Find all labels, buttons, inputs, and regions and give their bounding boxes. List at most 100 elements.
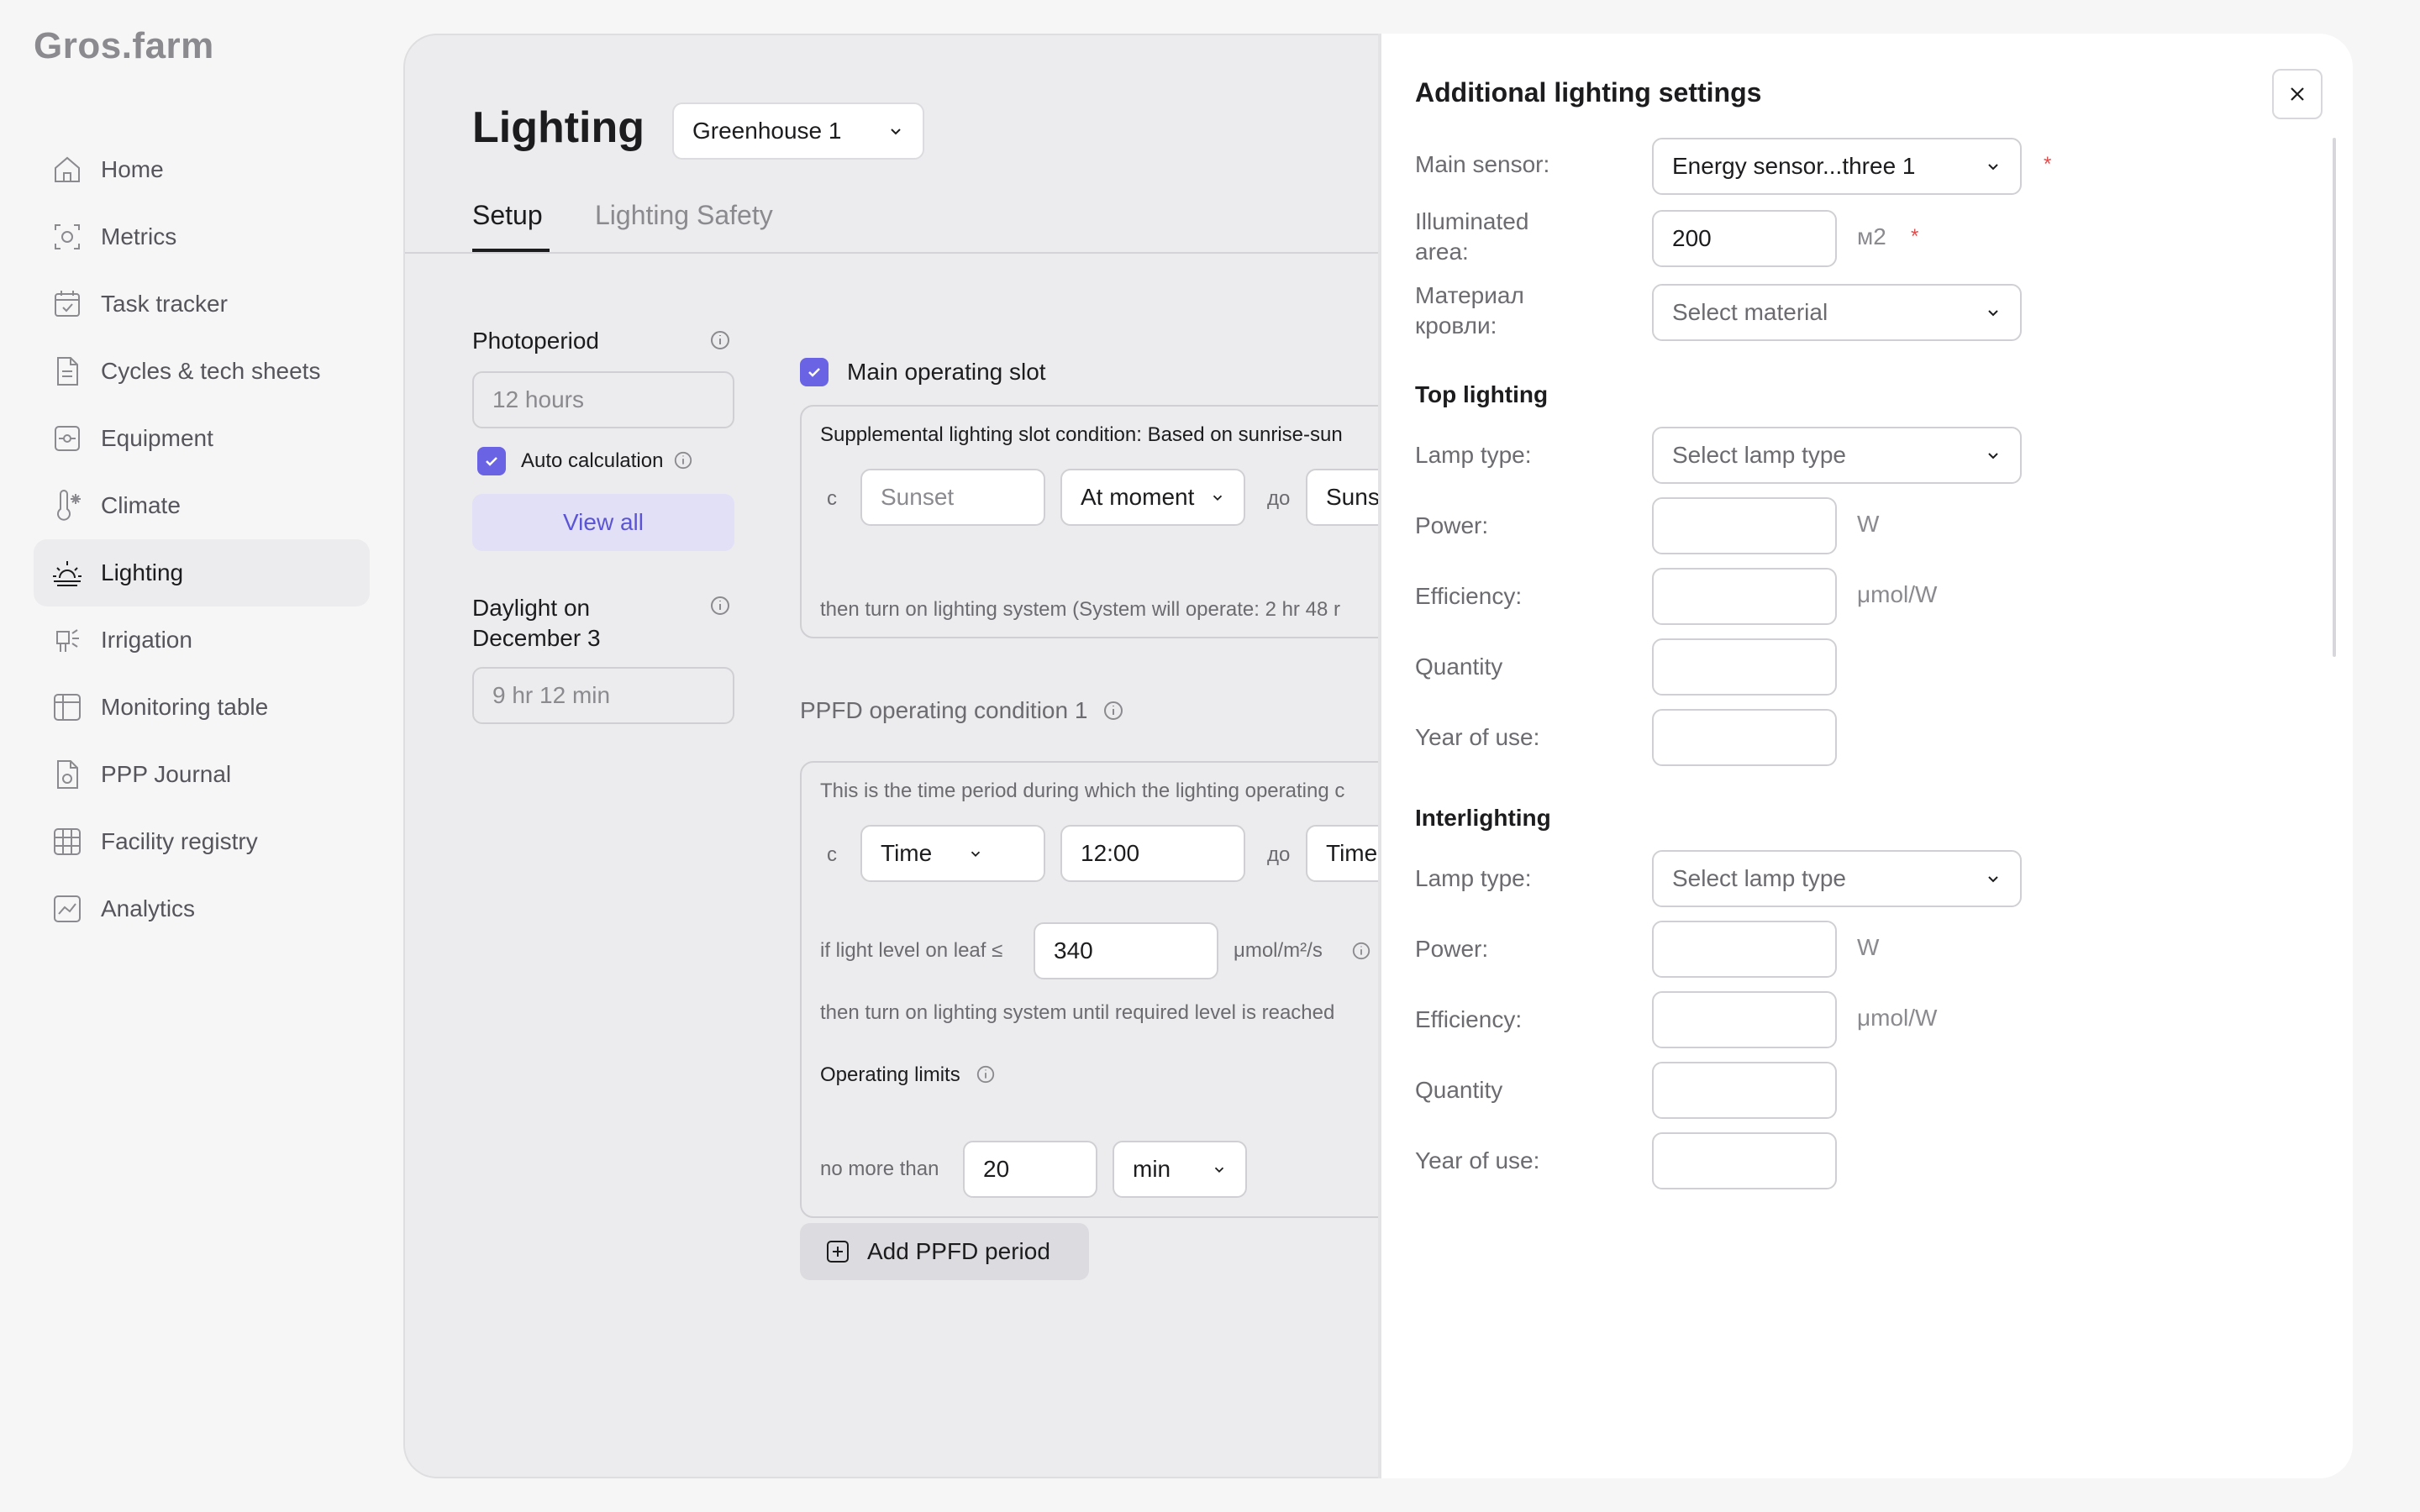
inter-power-label: Power:: [1415, 936, 1489, 962]
chevron-down-icon: [1985, 158, 2002, 175]
ppfd-description: This is the time period during which the…: [820, 780, 1345, 802]
chevron-down-icon: [1985, 447, 2002, 464]
required-mark: *: [2044, 153, 2052, 176]
sidebar-item-label: Facility registry: [101, 828, 258, 854]
sidebar-item-label: Irrigation: [101, 627, 192, 653]
app-logo: Gros.farm: [34, 25, 214, 66]
panel-scrollbar[interactable]: [2333, 138, 2336, 657]
sidebar-item-label: PPP Journal: [101, 761, 232, 787]
daylight-field: 9 hr 12 min: [472, 667, 734, 724]
sidebar-item-climate[interactable]: Climate: [34, 472, 370, 539]
sidebar-item-label: Climate: [101, 492, 181, 518]
ppfd-title-row: PPFD operating condition 1: [800, 697, 1124, 724]
limit-unit-select[interactable]: min: [1113, 1141, 1247, 1198]
sidebar-item-facility-registry[interactable]: Facility registry: [34, 808, 370, 875]
from-prefix: с: [827, 487, 837, 510]
inter-power-input[interactable]: [1652, 921, 1837, 978]
inter-lamp-type-label: Lamp type:: [1415, 865, 1532, 891]
sidebar-item-irrigation[interactable]: Irrigation: [34, 606, 370, 674]
top-quantity-label: Quantity: [1415, 654, 1503, 680]
sidebar-item-equipment[interactable]: Equipment: [34, 405, 370, 472]
limit-unit-value: min: [1133, 1156, 1171, 1182]
ppfd-from-time-field[interactable]: 12:00: [1060, 825, 1245, 882]
info-icon[interactable]: [976, 1064, 997, 1086]
plus-square-icon: [825, 1239, 850, 1264]
top-power-unit: W: [1857, 511, 1880, 537]
add-ppfd-period-button[interactable]: Add PPFD period: [800, 1223, 1089, 1280]
top-year-input[interactable]: [1652, 709, 1837, 766]
top-lamp-type-label: Lamp type:: [1415, 442, 1532, 468]
irrigation-icon: [50, 623, 84, 657]
light-level-input[interactable]: 340: [1034, 922, 1218, 979]
sidebar-item-monitoring-table[interactable]: Monitoring table: [34, 674, 370, 741]
info-icon[interactable]: [709, 329, 731, 351]
moment-select[interactable]: At moment: [1060, 469, 1245, 526]
top-quantity-input[interactable]: [1652, 638, 1837, 696]
sidebar-item-task-tracker[interactable]: Task tracker: [34, 270, 370, 338]
main-slot-condition-title: Supplemental lighting slot condition: Ba…: [820, 423, 1343, 446]
sidebar-item-analytics[interactable]: Analytics: [34, 875, 370, 942]
roof-material-select[interactable]: Select material: [1652, 284, 2022, 341]
sidebar-item-label: Lighting: [101, 559, 184, 585]
sidebar-item-cycles[interactable]: Cycles & tech sheets: [34, 338, 370, 405]
ppfd-then-text: then turn on lighting system until requi…: [820, 1001, 1335, 1024]
sidebar-item-label: Equipment: [101, 425, 213, 451]
sidebar-item-metrics[interactable]: Metrics: [34, 203, 370, 270]
inter-lamp-type-select[interactable]: Select lamp type: [1652, 850, 2022, 907]
sidebar-item-lighting[interactable]: Lighting: [34, 539, 370, 606]
area-input[interactable]: 200: [1652, 210, 1837, 267]
top-efficiency-label: Efficiency:: [1415, 583, 1523, 609]
document-icon: [50, 354, 84, 388]
main-slot-checkbox[interactable]: [800, 358, 829, 386]
roof-material-placeholder: Select material: [1672, 299, 1828, 325]
top-lamp-type-select[interactable]: Select lamp type: [1652, 427, 2022, 484]
ppfd-from-type-select[interactable]: Time: [860, 825, 1045, 882]
sidebar-item-home[interactable]: Home: [34, 136, 370, 203]
no-more-than-label: no more than: [820, 1158, 939, 1180]
inter-efficiency-input[interactable]: [1652, 991, 1837, 1048]
sidebar-item-label: Home: [101, 156, 164, 182]
calendar-check-icon: [50, 287, 84, 321]
main-slot-label: Main operating slot: [847, 359, 1046, 385]
analytics-icon: [50, 892, 84, 926]
light-level-label: if light level on leaf ≤: [820, 939, 1003, 962]
info-icon[interactable]: [709, 595, 731, 617]
greenhouse-select[interactable]: Greenhouse 1: [672, 102, 924, 160]
info-icon[interactable]: [1102, 700, 1124, 722]
area-label: Illuminated area:: [1415, 208, 1529, 265]
inter-quantity-input[interactable]: [1652, 1062, 1837, 1119]
interlighting-title: Interlighting: [1415, 805, 1551, 831]
sidebar-item-label: Monitoring table: [101, 694, 269, 720]
tab-setup[interactable]: Setup: [472, 200, 543, 231]
auto-calculation-checkbox[interactable]: [477, 447, 506, 475]
inter-lamp-type-placeholder: Select lamp type: [1672, 865, 1846, 891]
sunset-from-field[interactable]: Sunset: [860, 469, 1045, 526]
top-efficiency-input[interactable]: [1652, 568, 1837, 625]
view-all-button[interactable]: View all: [472, 494, 734, 551]
required-mark: *: [1911, 225, 1919, 248]
sidebar-nav: Home Metrics Task tracker Cycles & tech …: [34, 136, 370, 942]
info-icon[interactable]: [673, 450, 695, 472]
auto-calculation-row: Auto calculation: [477, 447, 695, 475]
ppfd-from-type-value: Time: [881, 840, 933, 866]
grid-icon: [50, 825, 84, 858]
inter-power-unit: W: [1857, 934, 1880, 960]
main-sensor-select[interactable]: Energy sensor...three 1: [1652, 138, 2022, 195]
inter-year-input[interactable]: [1652, 1132, 1837, 1189]
close-button[interactable]: [2272, 69, 2323, 119]
limit-value-input[interactable]: 20: [963, 1141, 1097, 1198]
area-unit: м2: [1857, 223, 1886, 249]
info-icon[interactable]: [1351, 941, 1373, 963]
tab-lighting-safety[interactable]: Lighting Safety: [595, 200, 773, 231]
equipment-icon: [50, 422, 84, 455]
to-prefix: до: [1267, 487, 1291, 510]
top-power-input[interactable]: [1652, 497, 1837, 554]
top-power-label: Power:: [1415, 512, 1489, 538]
operating-limits-row: Operating limits: [820, 1063, 997, 1087]
top-lamp-type-placeholder: Select lamp type: [1672, 442, 1846, 468]
chevron-down-icon: [1985, 870, 2002, 887]
top-year-label: Year of use:: [1415, 724, 1540, 750]
sidebar-item-ppp-journal[interactable]: PPP Journal: [34, 741, 370, 808]
journal-icon: [50, 758, 84, 791]
photoperiod-label: Photoperiod: [472, 328, 600, 354]
